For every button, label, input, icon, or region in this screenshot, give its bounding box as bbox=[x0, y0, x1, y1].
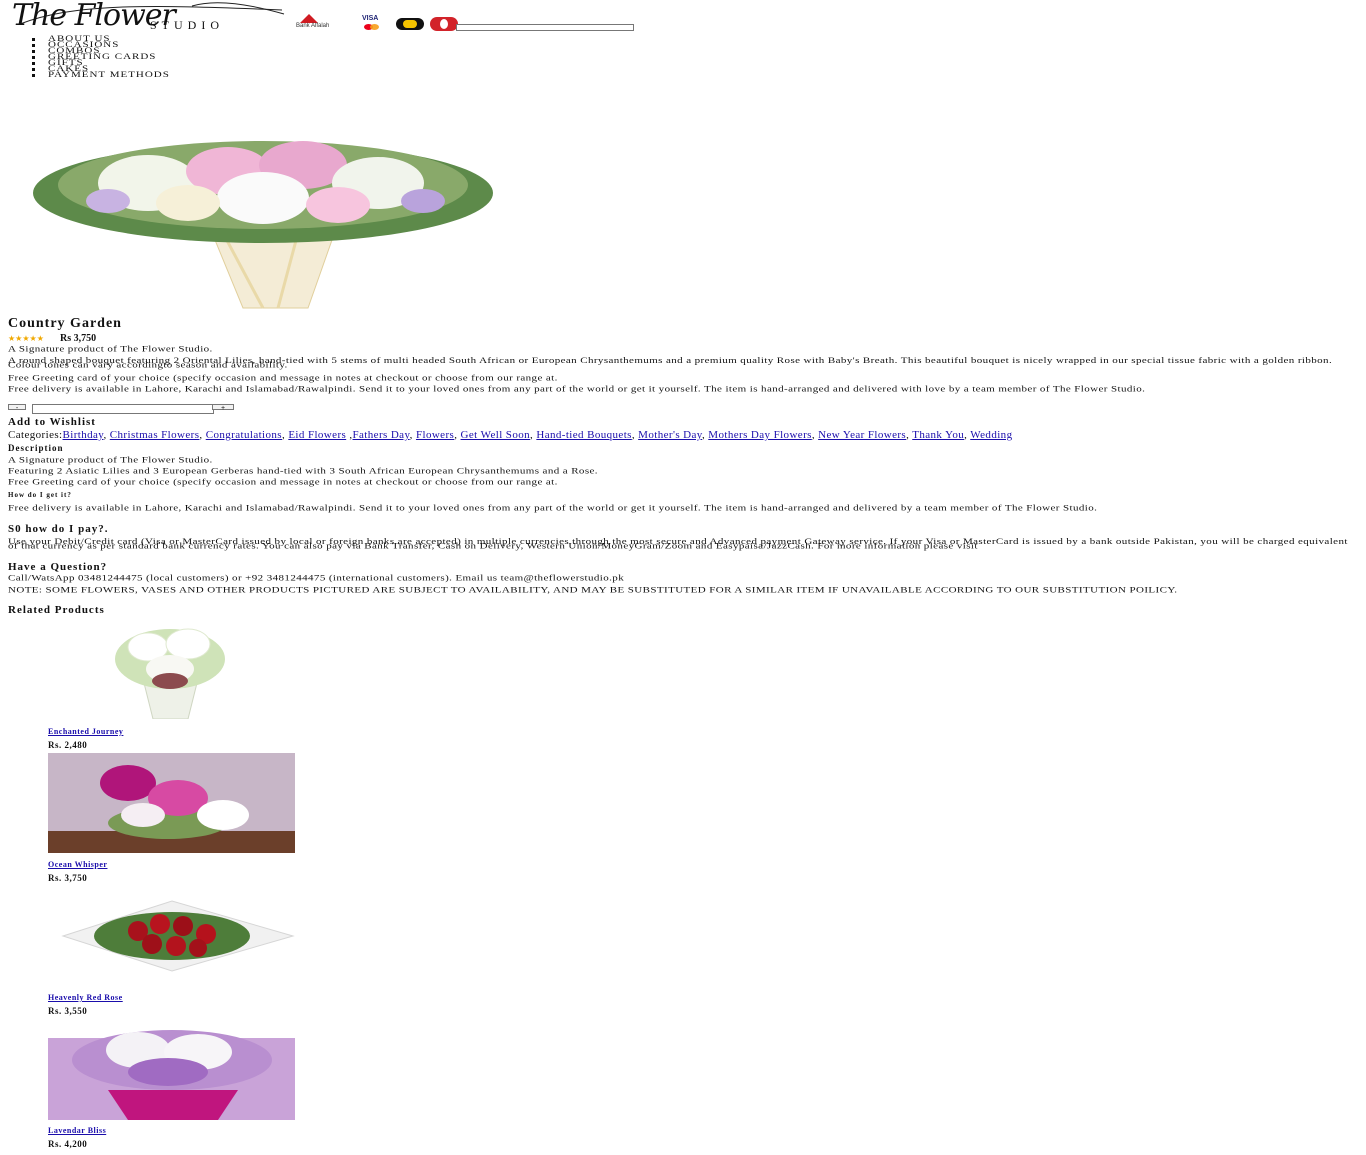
bullet-icon bbox=[32, 74, 35, 77]
category-link[interactable]: Mothers Day Flowers bbox=[708, 429, 812, 441]
related-product-price: Rs. 2,480 bbox=[48, 740, 88, 750]
qty-plus-button[interactable]: + bbox=[212, 404, 234, 412]
product-image[interactable] bbox=[8, 83, 518, 311]
related-product-link[interactable]: Heavenly Red Rose bbox=[48, 993, 123, 1002]
visa-mastercard-logo: VISA bbox=[360, 15, 386, 32]
category-link[interactable]: Fathers Day bbox=[353, 429, 410, 441]
category-link[interactable]: Flowers bbox=[416, 429, 454, 441]
bullet-icon bbox=[32, 62, 35, 65]
bullet-icon bbox=[32, 50, 35, 53]
nav-item-payment-methods[interactable]: PAYMENT METHODS bbox=[32, 71, 170, 79]
bank-alfalah-logo: Bank Alfalah bbox=[296, 14, 354, 32]
product-categories: Categories:Birthday, Christmas Flowers, … bbox=[8, 429, 1013, 441]
bullet-icon bbox=[32, 56, 35, 59]
product-delivery-note: Free delivery is available in Lahore, Ka… bbox=[8, 384, 1146, 394]
bullet-icon bbox=[32, 44, 35, 47]
related-product-image[interactable] bbox=[48, 1020, 295, 1120]
how-do-i-pay-heading: S0 how do I pay?. bbox=[8, 523, 109, 535]
category-link[interactable]: Mother's Day bbox=[638, 429, 702, 441]
have-a-question-heading: Have a Question? bbox=[8, 561, 108, 573]
category-link[interactable]: Hand-tied Bouquets bbox=[536, 429, 632, 441]
category-link[interactable]: Christmas Flowers bbox=[110, 429, 200, 441]
logo-studio-text: STUDIO bbox=[150, 18, 224, 32]
contact-info: Call/WatsApp 03481244475 (local customer… bbox=[8, 573, 625, 583]
related-product-price: Rs. 3,550 bbox=[48, 1006, 88, 1016]
related-product-link[interactable]: Ocean Whisper bbox=[48, 860, 107, 869]
qty-input[interactable] bbox=[32, 404, 214, 414]
related-product-image[interactable] bbox=[48, 753, 295, 853]
qty-minus-button[interactable]: - bbox=[8, 404, 26, 412]
bouquet-illustration bbox=[33, 141, 493, 309]
category-link[interactable]: Birthday bbox=[63, 429, 104, 441]
description-delivery: Free delivery is available in Lahore, Ka… bbox=[8, 503, 1098, 513]
site-header: The Flower STUDIO Bank Alfalah VISA bbox=[8, 0, 708, 36]
bouquet-thumbnail bbox=[48, 1030, 295, 1120]
how-do-i-get-it-heading: How do I get it? bbox=[8, 491, 72, 499]
description-heading: Description bbox=[8, 443, 64, 453]
related-product-price: Rs. 3,750 bbox=[48, 873, 88, 883]
product-price: Rs 3,750 bbox=[60, 333, 97, 344]
substitution-note: NOTE: SOME FLOWERS, VASES AND OTHER PROD… bbox=[8, 585, 1178, 595]
search-input[interactable] bbox=[456, 24, 634, 31]
related-products-heading: Related Products bbox=[8, 604, 105, 616]
add-to-wishlist-link[interactable]: Add to Wishlist bbox=[8, 416, 96, 428]
bank-alfalah-icon bbox=[300, 14, 318, 23]
related-product-image[interactable] bbox=[48, 619, 295, 720]
category-link[interactable]: Thank You bbox=[912, 429, 964, 441]
category-link[interactable]: New Year Flowers bbox=[818, 429, 906, 441]
main-nav: ABOUT US OCCASIONS COMBOS GREETING CARDS… bbox=[32, 35, 170, 79]
product-short-description: A round shaped bouquet featuring 2 Orien… bbox=[8, 356, 1333, 370]
jazzcash-logo bbox=[430, 17, 458, 31]
category-link[interactable]: Wedding bbox=[970, 429, 1012, 441]
bouquet-thumbnail bbox=[115, 628, 225, 720]
description-signature: A Signature product of The Flower Studio… bbox=[8, 455, 213, 465]
related-product-image[interactable] bbox=[48, 886, 295, 986]
related-product-link[interactable]: Enchanted Journey bbox=[48, 727, 123, 736]
western-union-logo bbox=[396, 18, 424, 30]
related-product-link[interactable]: Lavendar Bliss bbox=[48, 1126, 106, 1135]
bouquet-thumbnail bbox=[61, 900, 295, 972]
rating-stars-icon: ★★★★★ bbox=[8, 334, 44, 343]
bouquet-thumbnail bbox=[48, 753, 295, 853]
site-logo[interactable]: The Flower STUDIO bbox=[12, 0, 292, 34]
description-featuring: Featuring 2 Asiatic Lilies and 3 Europea… bbox=[8, 466, 598, 476]
related-product-price: Rs. 4,200 bbox=[48, 1139, 88, 1149]
product-signature: A Signature product of The Flower Studio… bbox=[8, 344, 213, 354]
category-link[interactable]: Eid Flowers bbox=[288, 429, 346, 441]
category-link[interactable]: Get Well Soon bbox=[461, 429, 531, 441]
bullet-icon bbox=[32, 68, 35, 71]
category-link[interactable]: Congratulations bbox=[206, 429, 282, 441]
product-greeting-note: Free Greeting card of your choice (speci… bbox=[8, 373, 558, 383]
product-title: Country Garden bbox=[8, 316, 122, 331]
bullet-icon bbox=[32, 38, 35, 41]
payment-info: Use your Debit/Credit card (Visa or Mast… bbox=[8, 537, 1348, 551]
description-greeting: Free Greeting card of your choice (speci… bbox=[8, 477, 558, 487]
